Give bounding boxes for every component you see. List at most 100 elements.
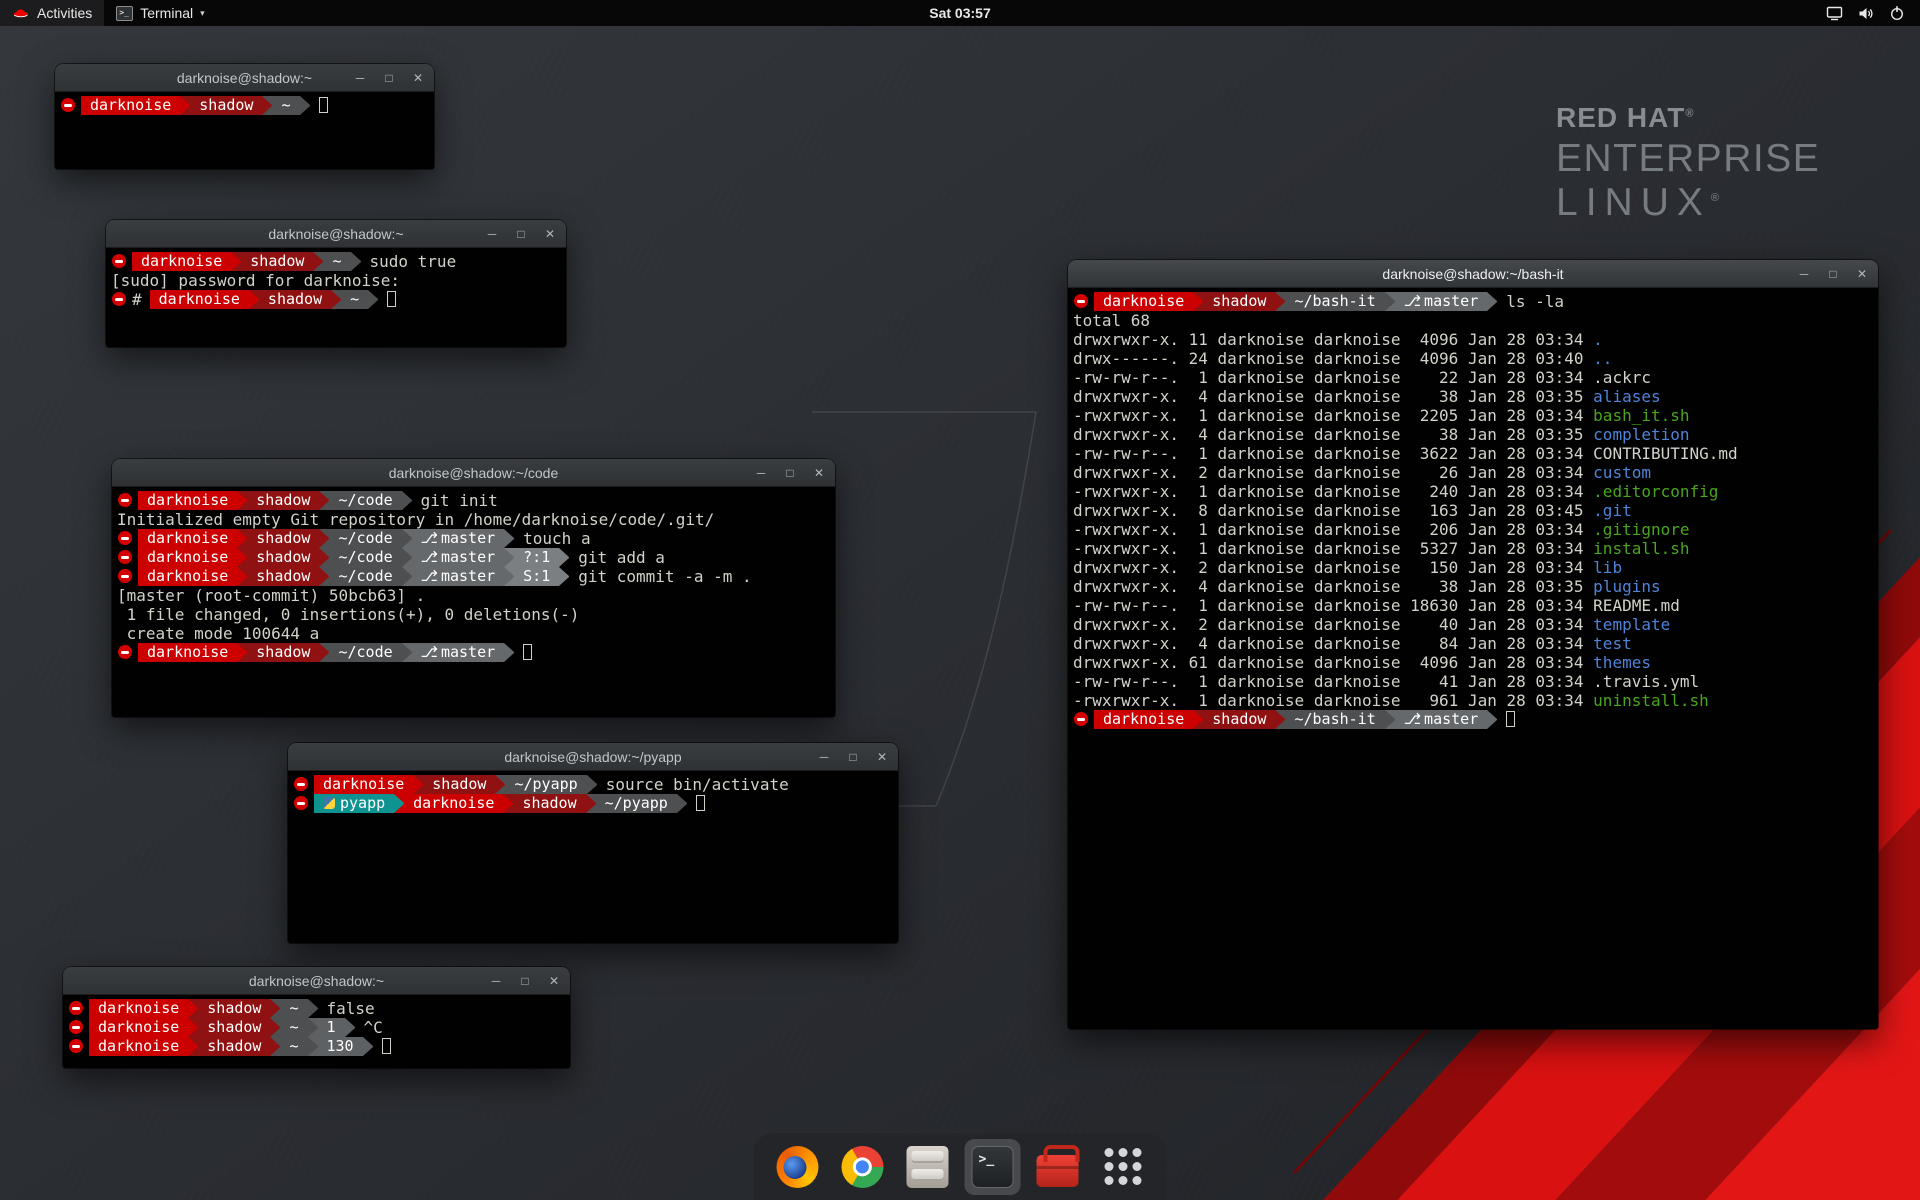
terminal-line: pyappdarknoiseshadow~/pyapp: [293, 794, 896, 813]
prompt-segment-status: S:1: [514, 567, 559, 586]
minimize-button[interactable]: ─: [489, 974, 503, 988]
dock-item-app-grid[interactable]: [1095, 1139, 1151, 1195]
powerline-separator-icon: [1275, 710, 1285, 729]
window-titlebar[interactable]: darknoise@shadow:~ ─ □ ✕: [106, 220, 566, 248]
terminal-line: -rwxrwxr-x. 1 darknoise darknoise 961 Ja…: [1073, 691, 1876, 710]
output-text: drwxrwxr-x. 2 darknoise darknoise 26 Jan…: [1073, 463, 1593, 482]
maximize-button[interactable]: □: [1826, 267, 1840, 281]
terminal-line: darknoiseshadow~/code⎇masterS:1git commi…: [117, 567, 833, 586]
terminal-line: drwxrwxr-x. 2 darknoise darknoise 150 Ja…: [1073, 558, 1876, 577]
output-text: drwxrwxr-x. 8 darknoise darknoise 163 Ja…: [1073, 501, 1593, 520]
prompt-segment-path: ~/code: [329, 567, 401, 586]
registered-mark: ®: [1685, 108, 1694, 120]
redhat-prompt-icon: [294, 777, 308, 791]
window-titlebar[interactable]: darknoise@shadow:~/pyapp ─ □ ✕: [288, 743, 898, 771]
volume-icon[interactable]: [1858, 6, 1874, 21]
redhat-prompt-icon: [69, 1039, 83, 1053]
close-button[interactable]: ✕: [875, 750, 889, 764]
redhat-prompt-icon: [1074, 712, 1088, 726]
prompt-segment-user: darknoise: [132, 252, 231, 271]
activities-button[interactable]: Activities: [0, 0, 104, 26]
powerline-separator-icon: [319, 567, 329, 586]
maximize-button[interactable]: □: [783, 466, 797, 480]
powerline-separator-icon: [1385, 710, 1395, 729]
terminal-window: darknoise@shadow:~/code ─ □ ✕ darknoises…: [112, 459, 835, 717]
dock-item-firefox[interactable]: [770, 1139, 826, 1195]
dock-item-toolbox[interactable]: [1030, 1139, 1086, 1195]
prompt-segment-exit: 130: [318, 1037, 363, 1056]
output-text: [master (root-commit) 50bcb63] .: [117, 586, 425, 605]
close-button[interactable]: ✕: [1855, 267, 1869, 281]
terminal-line: Initialized empty Git repository in /hom…: [117, 510, 833, 529]
terminal-line: -rw-rw-r--. 1 darknoise darknoise 3622 J…: [1073, 444, 1876, 463]
terminal-screen[interactable]: darknoiseshadow~/bash-it⎇masterls -latot…: [1068, 288, 1878, 1029]
prompt-segment-host: shadow: [259, 290, 331, 309]
output-text: drwxrwxr-x. 2 darknoise darknoise 150 Ja…: [1073, 558, 1593, 577]
minimize-button[interactable]: ─: [817, 750, 831, 764]
minimize-button[interactable]: ─: [353, 71, 367, 85]
dock-item-files[interactable]: [900, 1139, 956, 1195]
python-icon: [323, 797, 335, 809]
command-text: false: [327, 999, 375, 1018]
dock-item-chrome[interactable]: [835, 1139, 891, 1195]
command-text: git commit -a -m .: [578, 567, 751, 586]
terminal-cursor: [523, 644, 532, 660]
terminal-screen[interactable]: darknoiseshadow~/pyappsource bin/activat…: [288, 771, 898, 943]
maximize-button[interactable]: □: [846, 750, 860, 764]
output-text: drwx------. 24 darknoise darknoise 4096 …: [1073, 349, 1593, 368]
close-button[interactable]: ✕: [547, 974, 561, 988]
minimize-button[interactable]: ─: [485, 227, 499, 241]
close-button[interactable]: ✕: [812, 466, 826, 480]
file-name: uninstall.sh: [1593, 691, 1709, 710]
prompt-segment-host: shadow: [513, 794, 585, 813]
terminal-line: darknoiseshadow~/code⎇master: [117, 643, 833, 662]
terminal-cursor: [1506, 711, 1515, 727]
file-name: ..: [1593, 349, 1612, 368]
app-menu-terminal[interactable]: >_ Terminal ▾: [104, 0, 216, 26]
command-text: sudo true: [370, 252, 457, 271]
maximize-button[interactable]: □: [518, 974, 532, 988]
minimize-button[interactable]: ─: [754, 466, 768, 480]
redhat-prompt-icon: [118, 645, 132, 659]
powerline-separator-icon: [180, 96, 190, 115]
prompt-segment-git: ⎇master: [1395, 710, 1487, 729]
powerline-separator-icon: [319, 548, 329, 567]
powerline-separator-icon: [559, 548, 569, 567]
close-button[interactable]: ✕: [543, 227, 557, 241]
terminal-line: drwxrwxr-x. 11 darknoise darknoise 4096 …: [1073, 330, 1876, 349]
dock-item-terminal[interactable]: >_: [965, 1139, 1021, 1195]
prompt-segment-host: shadow: [198, 999, 270, 1018]
terminal-screen[interactable]: darknoiseshadow~falsedarknoiseshadow~1^C…: [63, 995, 570, 1068]
redhat-logo-icon: [12, 7, 30, 20]
prompt-segment-user: darknoise: [89, 1037, 188, 1056]
terminal-screen[interactable]: darknoiseshadow~/codegit initInitialized…: [112, 487, 835, 717]
window-titlebar[interactable]: darknoise@shadow:~/bash-it ─ □ ✕: [1068, 260, 1878, 288]
powerline-separator-icon: [587, 775, 597, 794]
git-branch-icon: ⎇: [421, 548, 438, 566]
powerline-separator-icon: [231, 252, 241, 271]
window-titlebar[interactable]: darknoise@shadow:~ ─ □ ✕: [63, 967, 570, 995]
terminal-screen[interactable]: darknoiseshadow~: [55, 92, 434, 169]
powerline-separator-icon: [308, 1018, 318, 1037]
powerline-separator-icon: [402, 548, 412, 567]
powerline-separator-icon: [319, 643, 329, 662]
close-button[interactable]: ✕: [411, 71, 425, 85]
display-icon[interactable]: [1826, 6, 1843, 21]
terminal-screen[interactable]: darknoiseshadow~sudo true[sudo] password…: [106, 248, 566, 347]
powerline-separator-icon: [1487, 710, 1497, 729]
maximize-button[interactable]: □: [514, 227, 528, 241]
prompt-segment-path: ~: [280, 999, 307, 1018]
powerline-separator-icon: [345, 1018, 355, 1037]
minimize-button[interactable]: ─: [1797, 267, 1811, 281]
power-icon[interactable]: [1889, 5, 1905, 21]
powerline-separator-icon: [1193, 292, 1203, 311]
maximize-button[interactable]: □: [382, 71, 396, 85]
file-name: .: [1593, 330, 1603, 349]
terminal-line: darknoiseshadow~sudo true: [111, 252, 564, 271]
window-titlebar[interactable]: darknoise@shadow:~/code ─ □ ✕: [112, 459, 835, 487]
file-name: .editorconfig: [1593, 482, 1718, 501]
window-titlebar[interactable]: darknoise@shadow:~ ─ □ ✕: [55, 64, 434, 92]
file-name: .git: [1593, 501, 1632, 520]
clock[interactable]: Sat 03:57: [917, 0, 1002, 26]
redhat-prompt-icon: [118, 569, 132, 583]
